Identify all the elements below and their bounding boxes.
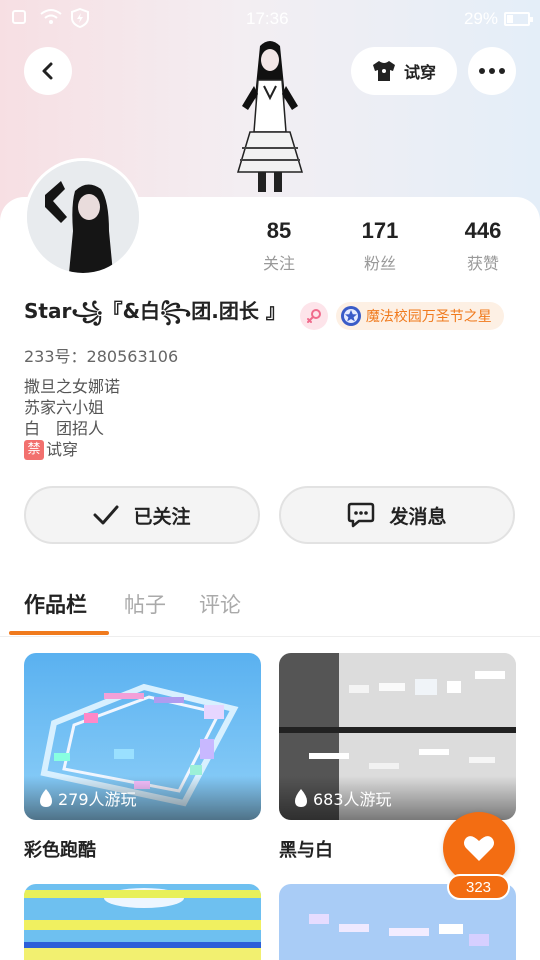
bio-line: 白 团招人 <box>24 419 105 438</box>
active-tab-indicator <box>9 631 109 635</box>
avatar-character-figure <box>220 36 320 198</box>
user-id: 233号：280563106 <box>24 347 179 366</box>
bio-line: 撒旦之女娜诺 <box>24 377 121 396</box>
title-badge[interactable]: 魔法校园万圣节之星 <box>335 302 504 330</box>
work-thumbnail[interactable] <box>24 884 261 960</box>
stat-followers-value: 171 <box>361 218 399 243</box>
flame-icon <box>40 789 52 807</box>
user-name: Star꧁『&白꧂团.团长 』 <box>24 299 286 323</box>
tab-works[interactable]: 作品栏 <box>24 589 87 619</box>
stat-following-label: 关注 <box>262 254 295 273</box>
bio-line-text: 试穿 <box>46 440 79 459</box>
battery-icon <box>504 12 533 26</box>
bio: 撒旦之女娜诺 苏家六小姐 白 团招人 禁 试穿 <box>24 376 120 460</box>
flame-icon <box>295 789 307 807</box>
send-message-label: 发消息 <box>389 505 447 528</box>
stat-likes-value: 446 <box>464 218 502 243</box>
more-dots-icon <box>479 68 505 74</box>
work-card[interactable]: 279人游玩 彩色跑酷 <box>24 653 261 862</box>
stat-following[interactable]: 85 关注 <box>234 218 324 274</box>
more-options-button[interactable] <box>468 47 516 95</box>
profile-tabs: 作品栏 帖子 评论 <box>0 585 540 637</box>
chevron-left-icon <box>42 62 53 80</box>
checkmark-icon <box>93 505 119 525</box>
stat-likes[interactable]: 446 获赞 <box>438 218 528 274</box>
tab-comments[interactable]: 评论 <box>199 589 241 619</box>
stat-likes-label: 获赞 <box>466 254 499 273</box>
chat-bubble-icon <box>348 502 375 528</box>
notification-icon <box>10 8 30 26</box>
bio-line: 苏家六小姐 <box>24 398 105 417</box>
play-count-overlay: 279人游玩 <box>24 776 261 820</box>
send-message-button[interactable]: 发消息 <box>279 486 515 544</box>
wifi-icon <box>40 8 62 26</box>
name-row: Star꧁『&白꧂团.团长 』 魔法校园万圣节之星 <box>24 299 504 332</box>
play-count: 683人游玩 <box>313 790 392 809</box>
battery-status: 29% <box>463 9 533 29</box>
star-medal-icon <box>340 306 361 326</box>
back-button[interactable] <box>24 47 72 95</box>
status-bar: 17:36 29% <box>0 0 540 38</box>
heart-icon <box>464 836 494 861</box>
work-thumbnail[interactable]: 683人游玩 <box>279 653 516 820</box>
work-card[interactable] <box>24 884 261 960</box>
try-on-button[interactable]: 试穿 <box>351 47 457 95</box>
like-count: 323 <box>447 874 510 900</box>
following-button[interactable]: 已关注 <box>24 486 260 544</box>
try-on-label: 试穿 <box>403 63 436 82</box>
bio-line-last: 禁 试穿 <box>24 439 120 460</box>
tab-posts[interactable]: 帖子 <box>124 589 166 619</box>
stat-followers-label: 粉丝 <box>363 254 396 273</box>
work-thumbnail[interactable]: 279人游玩 <box>24 653 261 820</box>
shield-icon <box>70 7 90 29</box>
tshirt-icon <box>372 61 395 81</box>
battery-percent: 29% <box>463 9 498 28</box>
stat-following-value: 85 <box>266 218 292 243</box>
female-gender-icon <box>299 302 328 330</box>
title-badge-label: 魔法校园万圣节之星 <box>365 309 492 325</box>
status-time: 17:36 <box>246 9 289 28</box>
play-count: 279人游玩 <box>58 790 137 809</box>
ban-tag: 禁 <box>24 439 44 460</box>
stat-followers[interactable]: 171 粉丝 <box>335 218 425 274</box>
following-label: 已关注 <box>133 505 191 528</box>
work-title[interactable]: 彩色跑酷 <box>24 836 261 862</box>
profile-stats: 85 关注 171 粉丝 446 获赞 <box>0 218 540 278</box>
